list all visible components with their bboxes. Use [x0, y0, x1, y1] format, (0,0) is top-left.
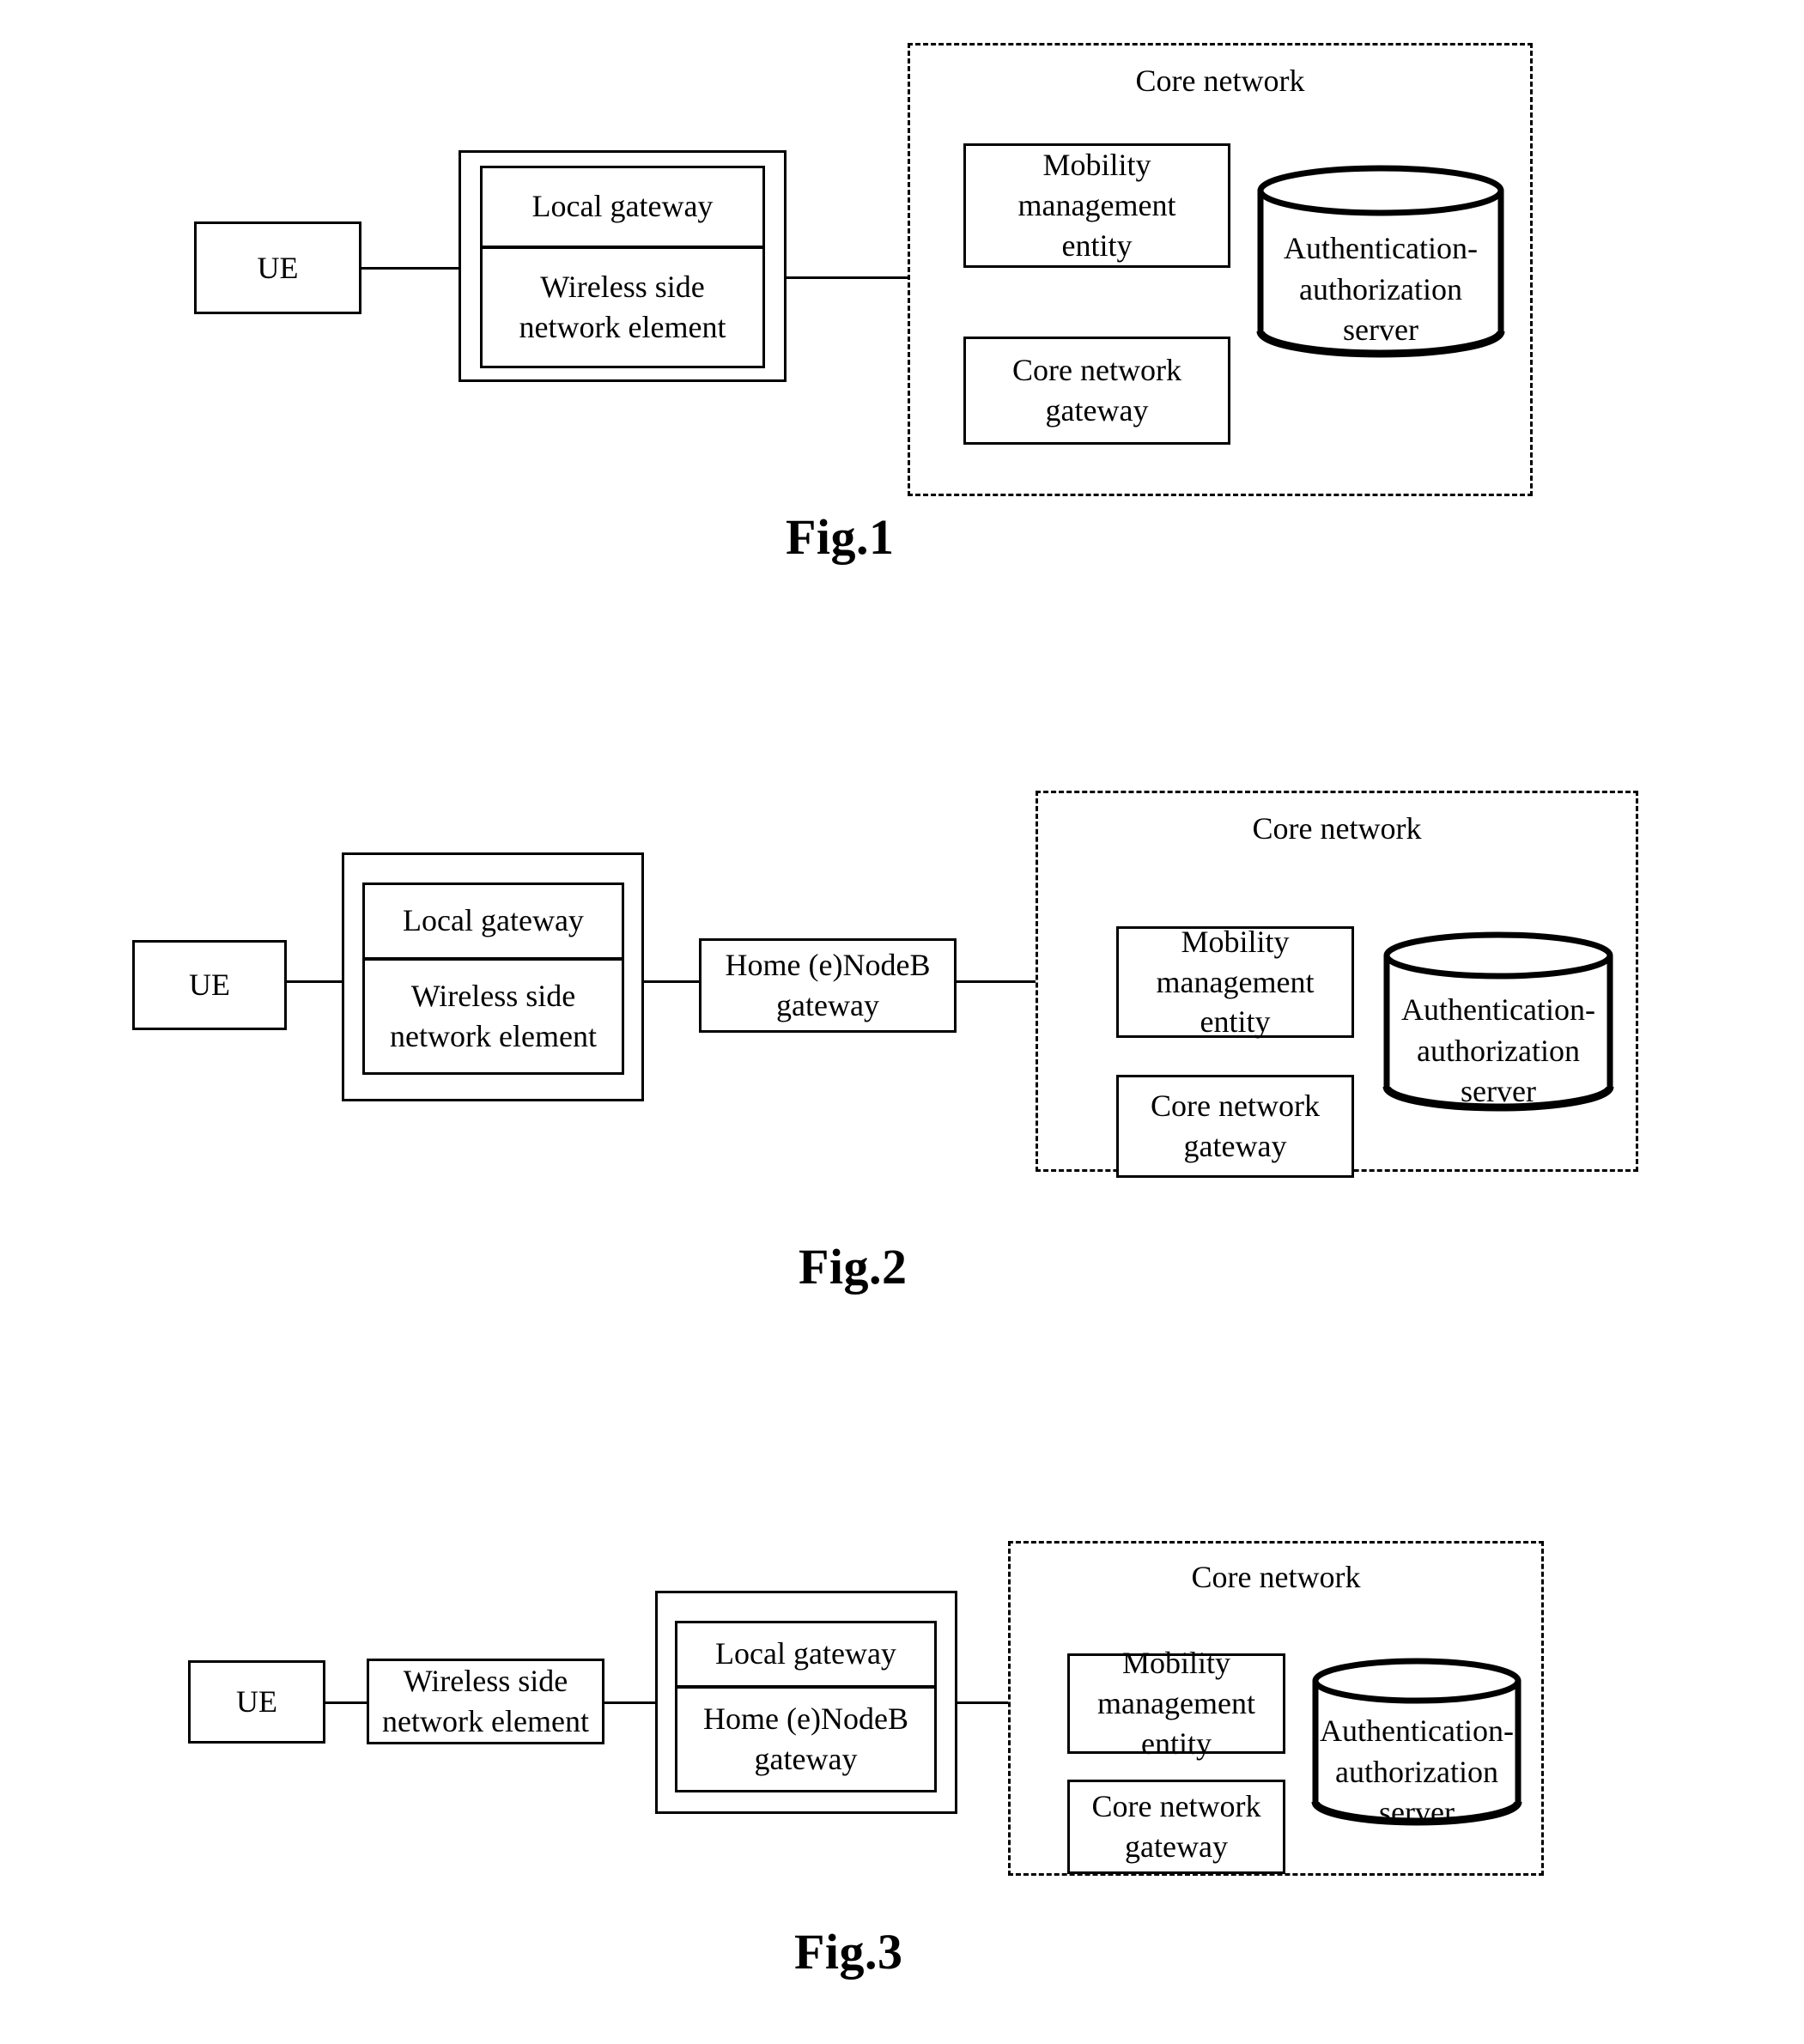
fig3-cn-gateway-label: Core network gateway: [1091, 1789, 1261, 1864]
figure-3: UE Wireless side network element Local ga…: [0, 0, 1804, 2044]
fig3-connector-wireless-ne-to-gateway: [604, 1701, 657, 1704]
fig3-auth-server-cylinder: Authentication-authorization server: [1311, 1658, 1522, 1829]
fig3-mme-box: Mobility management entity: [1067, 1646, 1285, 1761]
fig3-ue-box: UE: [188, 1660, 325, 1744]
fig3-cn-gateway-box: Core network gateway: [1067, 1780, 1285, 1874]
fig3-connector-ue-to-wireless-ne: [325, 1701, 367, 1704]
fig3-wireless-side-ne-label: Wireless side network element: [382, 1664, 589, 1738]
fig3-wireless-side-ne-box: Wireless side network element: [367, 1659, 604, 1744]
drawing-sheet: UE Local gateway Wireless side network el…: [0, 0, 1804, 2044]
fig3-henb-gateway-cell: Home (e)NodeB gateway: [677, 1684, 934, 1790]
fig3-connector-gateway-to-core: [956, 1701, 1010, 1704]
fig3-auth-server-label: Authentication-authorization server: [1320, 1713, 1514, 1830]
fig3-gateway-split-box: Local gateway Home (e)NodeB gateway: [675, 1621, 937, 1792]
fig3-core-network-title: Core network: [1191, 1560, 1361, 1594]
fig3-local-gateway-label: Local gateway: [715, 1636, 896, 1671]
fig3-caption: Fig.3: [794, 1924, 903, 1980]
fig3-local-gateway-cell: Local gateway: [677, 1623, 934, 1685]
fig3-ue-label: UE: [236, 1684, 277, 1720]
fig3-henb-gateway-label: Home (e)NodeB gateway: [703, 1701, 908, 1776]
fig3-mme-label: Mobility management entity: [1097, 1646, 1255, 1761]
